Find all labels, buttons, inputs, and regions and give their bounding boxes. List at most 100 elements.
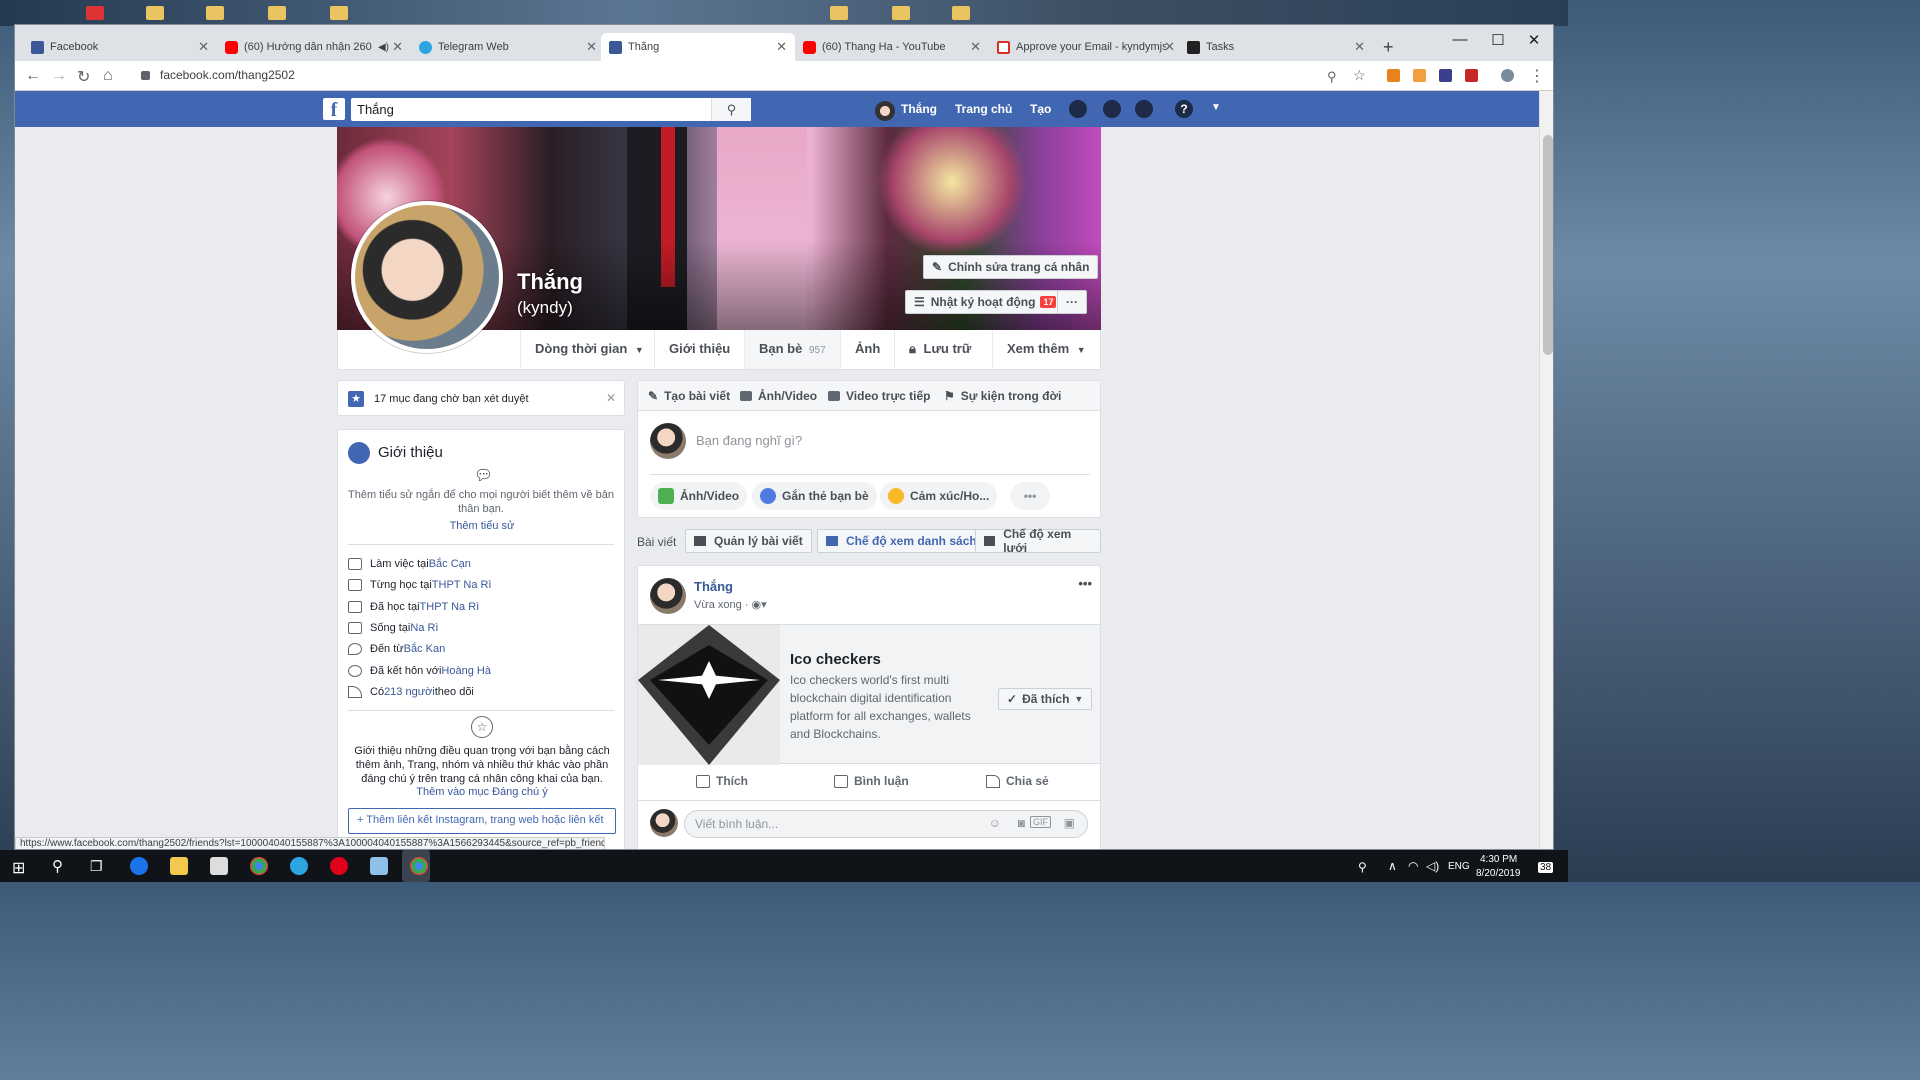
close-icon[interactable]: ✕ bbox=[586, 39, 597, 55]
folder-icon[interactable] bbox=[206, 6, 224, 20]
facebook-logo-icon[interactable]: f bbox=[323, 98, 345, 121]
camera-icon[interactable]: ◙ bbox=[1018, 816, 1025, 830]
notepad-icon[interactable] bbox=[370, 857, 388, 875]
share-button[interactable]: Chia sẻ bbox=[986, 774, 1049, 788]
clock-time[interactable]: 4:30 PM bbox=[1480, 854, 1517, 865]
tab-timeline[interactable]: Dòng thời gian ▼ bbox=[520, 330, 658, 369]
profile-picture[interactable] bbox=[351, 201, 503, 353]
back-icon[interactable]: ← bbox=[25, 67, 41, 85]
tab-create-post[interactable]: ✎ Tạo bài viết bbox=[648, 389, 730, 403]
intro-link[interactable]: Bắc Kan bbox=[404, 643, 446, 655]
photo-video-pill[interactable]: Ảnh/Video bbox=[650, 482, 748, 510]
intro-link[interactable]: THPT Na Rì bbox=[432, 579, 492, 591]
folder-icon[interactable] bbox=[952, 6, 970, 20]
review-notice[interactable]: ★ 17 mục đang chờ bạn xét duyệt ✕ bbox=[337, 380, 625, 416]
link-preview[interactable]: Ico checkers Ico checkers world's first … bbox=[638, 624, 1100, 765]
profile-avatar-icon[interactable] bbox=[1501, 69, 1514, 82]
language-indicator[interactable]: ENG bbox=[1448, 861, 1470, 872]
windows-start-icon[interactable]: ⊞ bbox=[12, 858, 25, 878]
more-options-pill[interactable]: ••• bbox=[1010, 482, 1050, 510]
folder-icon[interactable] bbox=[268, 6, 286, 20]
comment-button[interactable]: Bình luận bbox=[834, 774, 909, 788]
minimize-button[interactable]: — bbox=[1445, 31, 1475, 48]
close-window-button[interactable]: ✕ bbox=[1519, 31, 1549, 49]
tab-photos[interactable]: Ảnh bbox=[840, 330, 894, 369]
tab-life-event[interactable]: ⚑ Sự kiện trong đời bbox=[944, 389, 1061, 403]
scrollbar-thumb[interactable] bbox=[1543, 135, 1553, 355]
tag-friends-pill[interactable]: Gắn thẻ bạn bè bbox=[752, 482, 877, 510]
close-icon[interactable]: ✕ bbox=[606, 391, 616, 405]
search-icon[interactable]: ⚲ bbox=[711, 98, 751, 121]
friend-requests-icon[interactable] bbox=[1069, 100, 1087, 118]
intro-link[interactable]: Bắc Cạn bbox=[429, 558, 471, 570]
url-field[interactable]: facebook.com/thang2502 bbox=[133, 63, 1373, 87]
close-icon[interactable]: ✕ bbox=[1164, 39, 1175, 55]
tab-photo-video[interactable]: Ảnh/Video bbox=[740, 389, 817, 403]
menu-kebab-icon[interactable]: ⋮ bbox=[1529, 66, 1545, 86]
reload-icon[interactable]: ↻ bbox=[77, 67, 90, 87]
list-view-button[interactable]: Chế độ xem danh sách bbox=[817, 529, 986, 553]
notifications-bell-icon[interactable] bbox=[1135, 100, 1153, 118]
add-featured-link[interactable]: Thêm vào mục Đáng chú ý bbox=[338, 786, 626, 798]
post-author[interactable]: Thắng bbox=[694, 579, 733, 594]
wifi-icon[interactable]: ◠ bbox=[1408, 859, 1418, 873]
folder-icon[interactable] bbox=[330, 6, 348, 20]
store-icon[interactable] bbox=[210, 857, 228, 875]
forward-icon[interactable]: → bbox=[51, 67, 67, 85]
tab-tasks[interactable]: Tasks ✕ bbox=[1179, 33, 1373, 61]
extension-icon[interactable] bbox=[1465, 69, 1478, 82]
tab-telegram[interactable]: Telegram Web ✕ bbox=[411, 33, 605, 61]
volume-icon[interactable]: ◁) bbox=[1426, 859, 1439, 873]
avatar[interactable] bbox=[650, 578, 686, 614]
avatar[interactable] bbox=[875, 101, 895, 121]
add-bio-link[interactable]: Thêm tiểu sử bbox=[338, 520, 626, 532]
tab-thang-profile[interactable]: Thắng ✕ bbox=[601, 33, 795, 61]
zoom-icon[interactable]: ⚲ bbox=[1327, 69, 1337, 85]
chevron-down-icon[interactable]: ▼ bbox=[1211, 102, 1221, 113]
tab-archive[interactable]: 🔒︎ Lưu trữ bbox=[894, 330, 985, 369]
gif-icon[interactable]: GIF bbox=[1030, 816, 1051, 828]
feeling-pill[interactable]: Cảm xúc/Ho... bbox=[880, 482, 998, 510]
intro-link[interactable]: Hoàng Hà bbox=[441, 665, 491, 677]
extension-icon[interactable] bbox=[1439, 69, 1452, 82]
tab-facebook[interactable]: Facebook ✕ bbox=[23, 33, 217, 61]
chrome-icon[interactable] bbox=[410, 857, 428, 875]
tab-friends[interactable]: Bạn bè 957 bbox=[744, 330, 840, 369]
tab-live-video[interactable]: Video trực tiếp bbox=[828, 389, 931, 403]
manage-posts-button[interactable]: Quản lý bài viết bbox=[685, 529, 812, 553]
bookmark-star-icon[interactable]: ☆ bbox=[1353, 67, 1366, 84]
comment-input[interactable]: Viết bình luận... ☺ ◙ GIF ▣ bbox=[684, 810, 1088, 838]
emoji-icon[interactable]: ☺ bbox=[989, 816, 1001, 830]
sticker-icon[interactable]: ▣ bbox=[1064, 816, 1075, 830]
folder-icon[interactable] bbox=[830, 6, 848, 20]
intro-link[interactable]: THPT Na Rì bbox=[420, 601, 480, 613]
desktop-icon[interactable] bbox=[86, 6, 104, 20]
tab-about[interactable]: Giới thiệu bbox=[654, 330, 744, 369]
nav-profile[interactable]: Thắng bbox=[901, 102, 937, 116]
file-explorer-icon[interactable] bbox=[170, 857, 188, 875]
grid-view-button[interactable]: Chế độ xem lưới bbox=[975, 527, 1101, 555]
notification-count[interactable]: 38 bbox=[1538, 862, 1554, 873]
close-icon[interactable]: ✕ bbox=[776, 39, 787, 55]
intro-link[interactable]: Na Rì bbox=[410, 622, 438, 634]
profile-more-button[interactable]: ··· bbox=[1057, 290, 1087, 314]
close-icon[interactable]: ✕ bbox=[392, 39, 403, 55]
metamask-icon[interactable] bbox=[1387, 69, 1400, 82]
task-view-icon[interactable]: ❐ bbox=[90, 858, 103, 875]
messenger-icon[interactable] bbox=[1103, 100, 1121, 118]
people-icon[interactable]: ⚲ bbox=[1358, 860, 1367, 874]
tab-youtube-channel[interactable]: (60) Thang Ha - YouTube ✕ bbox=[795, 33, 989, 61]
edge-icon[interactable] bbox=[130, 857, 148, 875]
activity-log-button[interactable]: ☰ Nhật ký hoạt động 17 bbox=[905, 290, 1066, 314]
nav-home[interactable]: Trang chủ bbox=[955, 102, 1012, 116]
close-icon[interactable]: ✕ bbox=[970, 39, 981, 55]
search-icon[interactable]: ⚲ bbox=[52, 857, 63, 875]
liked-page-button[interactable]: ✓ Đã thích ▼ bbox=[998, 688, 1093, 710]
chevron-up-icon[interactable]: ∧ bbox=[1388, 859, 1397, 873]
close-icon[interactable]: ✕ bbox=[198, 39, 209, 55]
chrome-icon[interactable] bbox=[250, 857, 268, 875]
telegram-icon[interactable] bbox=[290, 857, 308, 875]
folder-icon[interactable] bbox=[146, 6, 164, 20]
tab-gmail[interactable]: Approve your Email - kyndymjs ✕ bbox=[989, 33, 1183, 61]
help-icon[interactable]: ? bbox=[1175, 100, 1193, 118]
